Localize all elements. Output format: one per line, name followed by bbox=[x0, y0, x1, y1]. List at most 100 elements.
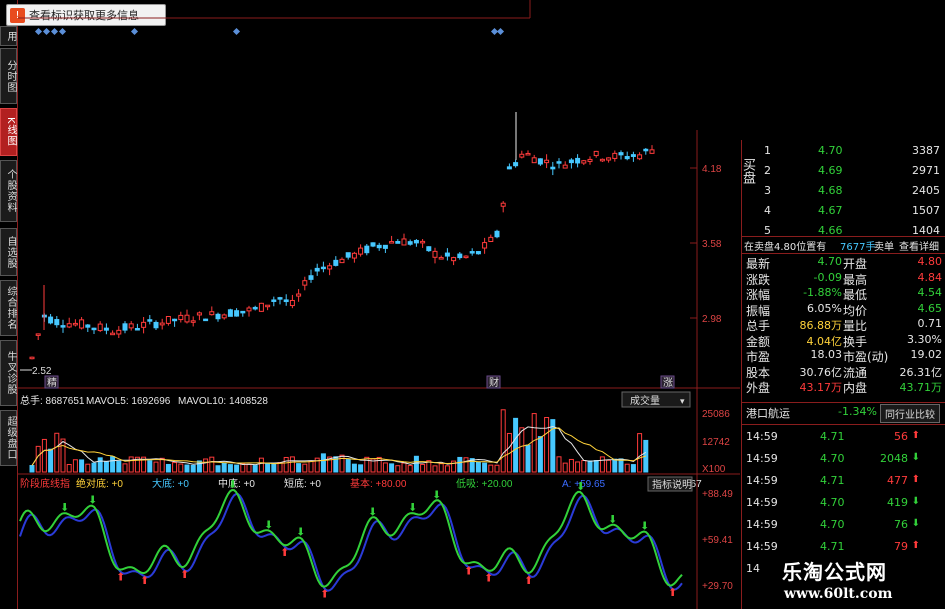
volume-scale-label: X100 bbox=[702, 464, 726, 475]
sell-info-text: 在卖盘4.80位置有 bbox=[744, 242, 827, 253]
tab-6[interactable]: 牛叉诊股 bbox=[0, 340, 17, 406]
volume-scale-label: 12742 bbox=[702, 437, 730, 448]
orderbook-level: 2 bbox=[764, 164, 771, 177]
volume-bar bbox=[215, 465, 221, 473]
event-diamond-icon bbox=[496, 27, 505, 36]
event-diamond-icon bbox=[42, 27, 51, 36]
orderbook-level: 4 bbox=[764, 204, 771, 217]
quote-value: 6.05% bbox=[807, 301, 842, 315]
candle-body bbox=[258, 302, 264, 312]
event-marker-label: 精 bbox=[47, 376, 57, 389]
candle-body bbox=[246, 307, 252, 312]
candle-body bbox=[159, 322, 165, 326]
candle-body bbox=[537, 158, 543, 165]
volume-bar bbox=[444, 465, 450, 473]
volume-bar bbox=[457, 456, 463, 473]
volume-bar bbox=[289, 456, 295, 473]
indicator-value: 基本: +80.00 bbox=[350, 477, 407, 490]
candle-body bbox=[314, 267, 320, 272]
quote-value: 4.84 bbox=[917, 270, 943, 284]
tab-2[interactable]: K线图 bbox=[0, 108, 17, 156]
candle-body bbox=[581, 160, 587, 164]
volume-bar bbox=[271, 463, 277, 473]
volume-bar bbox=[475, 461, 481, 473]
candle-body bbox=[550, 166, 556, 170]
tab-5[interactable]: 综合排名 bbox=[0, 280, 17, 336]
quote-value: 4.04亿 bbox=[806, 334, 843, 348]
tab-1[interactable]: 分时图 bbox=[0, 48, 17, 104]
tab-3[interactable]: 个股资料 bbox=[0, 160, 17, 222]
candle-body bbox=[556, 161, 562, 164]
quote-value: 3.30% bbox=[907, 332, 942, 346]
indicator-scale-label: +88.49 bbox=[702, 489, 733, 500]
quote-row: 涨幅 -1.88% 最低 4.54 bbox=[742, 286, 945, 302]
candle-body bbox=[482, 242, 488, 249]
arrow-down-icon: ⬇ bbox=[264, 518, 273, 531]
quote-value: 26.31亿 bbox=[899, 365, 943, 379]
candle-body bbox=[606, 157, 612, 161]
volume-bar bbox=[525, 444, 531, 473]
volume-bar bbox=[382, 462, 388, 473]
volume-bar bbox=[351, 463, 357, 473]
trade-price: 4.70 bbox=[820, 518, 845, 531]
candle-body bbox=[376, 244, 382, 249]
arrow-up-icon: ⬆ bbox=[668, 586, 677, 599]
trade-time: 14:59 bbox=[746, 474, 778, 487]
volume-bar bbox=[413, 455, 419, 473]
detail-button[interactable]: 查看详细 bbox=[899, 238, 939, 253]
volume-bar bbox=[537, 436, 543, 473]
orderbook-volume: 2971 bbox=[912, 164, 940, 177]
price-label: 3.58 bbox=[702, 239, 722, 250]
volume-bar bbox=[240, 463, 246, 473]
orderbook-price: 4.70 bbox=[818, 144, 843, 157]
volume-bar bbox=[531, 413, 537, 473]
arrow-up-icon: ⬆ bbox=[911, 430, 920, 441]
arrow-up-icon: ⬆ bbox=[464, 564, 473, 577]
event-diamond-icon bbox=[50, 27, 59, 36]
trade-volume: 56 bbox=[894, 430, 908, 443]
candle-body bbox=[29, 356, 35, 360]
volume-bar bbox=[97, 457, 103, 473]
volume-bar bbox=[500, 409, 506, 473]
volume-bar bbox=[178, 463, 184, 473]
candle-body bbox=[618, 152, 624, 156]
chart-area[interactable]: 4.18 3.58 2.98 2.52精 财 涨总手: 8687651 MAVOL5: 16… bbox=[18, 0, 740, 609]
left-vertical-tabs: 用分时图 K线图个股资料自选股综合排名牛叉诊股超级盘口 bbox=[0, 0, 18, 609]
candle-body bbox=[91, 327, 97, 331]
volume-bar bbox=[72, 459, 78, 473]
candle-body bbox=[196, 312, 202, 316]
trade-price: 4.71 bbox=[820, 430, 845, 443]
candle-body bbox=[351, 252, 357, 259]
sector-name: 港口航运 bbox=[746, 407, 790, 420]
watermark-title: 乐淘公式网 bbox=[782, 560, 887, 584]
quote-value: 18.03 bbox=[810, 348, 843, 361]
sector-compare-button[interactable]: 同行业比较 bbox=[880, 404, 940, 423]
candle-body bbox=[60, 325, 66, 328]
indicator-value: 短底: +0 bbox=[284, 477, 321, 490]
candle-body bbox=[475, 251, 481, 255]
volume-bar bbox=[587, 460, 593, 473]
event-diamond-icon bbox=[232, 27, 241, 36]
candle-body bbox=[221, 314, 227, 319]
candle-body bbox=[519, 153, 525, 158]
volume-scale-label: 25086 bbox=[702, 409, 730, 420]
arrow-down-icon: ⬇ bbox=[608, 513, 617, 526]
candle-body bbox=[339, 258, 345, 264]
candle-body bbox=[172, 318, 178, 322]
low-marker-label: 2.52 bbox=[32, 366, 52, 377]
volume-bar bbox=[296, 463, 302, 473]
candle-body bbox=[252, 306, 258, 310]
tab-4[interactable]: 自选股 bbox=[0, 228, 17, 276]
candle-body bbox=[97, 323, 103, 332]
volume-bar bbox=[519, 427, 525, 473]
candle-body bbox=[643, 148, 649, 152]
tab-7[interactable]: 超级盘口 bbox=[0, 410, 17, 466]
candle-body bbox=[389, 241, 395, 244]
candle-body bbox=[438, 257, 444, 260]
candle-body bbox=[116, 329, 122, 335]
volume-bar bbox=[302, 463, 308, 473]
arrow-down-icon: ⬇ bbox=[88, 494, 97, 507]
volume-bar bbox=[190, 464, 196, 473]
tab-0[interactable]: 用 bbox=[0, 26, 17, 46]
trade-time: 14:59 bbox=[746, 430, 778, 443]
